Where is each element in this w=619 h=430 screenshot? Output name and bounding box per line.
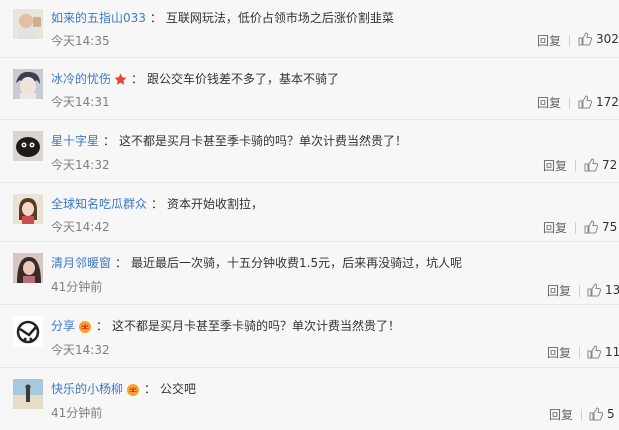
like-count: 75 (602, 220, 618, 234)
action-divider (569, 35, 570, 47)
avatar-woman-photo-icon (13, 253, 43, 283)
like-button[interactable]: 5 (589, 407, 615, 421)
reply-button[interactable]: 回复 (543, 221, 567, 235)
reply-button[interactable]: 回复 (547, 284, 571, 298)
username-link[interactable]: 冰冷的忧伤 (51, 72, 111, 86)
comment-line: 清月邻暖窗 ：最近最后一次骑，十五分钟收费1.5元，后来再没骑过，坑人呢 (51, 255, 462, 271)
action-divider (569, 97, 570, 109)
like-count: 172 (596, 95, 619, 109)
star-badge-icon (114, 73, 127, 85)
avatar-girl-drawing-icon (13, 194, 43, 224)
avatar-anime-boy-icon (13, 69, 43, 99)
user-avatar[interactable] (13, 9, 43, 39)
like-count: 13 (605, 283, 619, 297)
username-link[interactable]: 全球知名吃瓜群众 (51, 197, 147, 211)
avatar-logo-circle-icon (13, 316, 43, 346)
comment-text: 最近最后一次骑，十五分钟收费1.5元，后来再没骑过，坑人呢 (131, 256, 463, 270)
like-button[interactable]: 13 (587, 283, 619, 297)
user-avatar[interactable] (13, 253, 43, 283)
user-avatar[interactable] (13, 379, 43, 409)
like-count: 11 (605, 345, 619, 359)
action-divider (579, 285, 580, 297)
thumbs-up-icon (578, 95, 592, 109)
avatar-child-photo-icon (13, 9, 43, 39)
comment-time: 今天14:32 (51, 158, 110, 172)
like-button[interactable]: 172 (578, 95, 619, 109)
like-count: 302 (596, 32, 619, 46)
comment-time: 41分钟前 (51, 280, 103, 294)
reply-button[interactable]: 回复 (547, 346, 571, 360)
action-divider (579, 347, 580, 359)
like-button[interactable]: 75 (584, 220, 617, 234)
like-count: 5 (607, 407, 615, 421)
user-avatar[interactable] (13, 194, 43, 224)
comment-item: 分享 ：这不都是买月卡甚至季卡骑的吗？单次计费当然贵了！ 今天14:32 回复 1… (0, 305, 619, 368)
comment-line: 分享 ：这不都是买月卡甚至季卡骑的吗？单次计费当然贵了！ (51, 318, 400, 334)
comment-text: 跟公交车价钱差不多了，基本不骑了 (147, 72, 340, 86)
comment-text: 这不都是买月卡甚至季卡骑的吗？单次计费当然贵了！ (112, 319, 401, 333)
comment-item: 全球知名吃瓜群众 ：资本开始收割拉， 今天14:42 回复 75 (0, 183, 619, 242)
comment-item: 冰冷的忧伤 ：跟公交车价钱差不多了，基本不骑了 今天14:31 回复 172 (0, 58, 619, 120)
action-divider (575, 160, 576, 172)
avatar-beach-photo-icon (13, 379, 43, 409)
comment-item: 快乐的小杨柳 ：公交吧 41分钟前 回复 5 (0, 368, 619, 430)
separator-colon: ： (103, 134, 116, 148)
comment-line: 快乐的小杨柳 ：公交吧 (51, 381, 196, 397)
like-count: 72 (602, 158, 618, 172)
username-link[interactable]: 快乐的小杨柳 (51, 382, 123, 396)
username-link[interactable]: 清月邻暖窗 (51, 256, 111, 270)
avatar-dark-creature-icon (13, 131, 43, 161)
comment-line: 如来的五指山033：互联网玩法，低价占领市场之后涨价割韭菜 (51, 10, 394, 26)
reply-button[interactable]: 回复 (543, 159, 567, 173)
comment-item: 星十字星 ：这不都是买月卡甚至季卡骑的吗？单次计费当然贵了！ 今天14:32 回复… (0, 120, 619, 183)
like-button[interactable]: 302 (578, 32, 619, 46)
like-button[interactable]: 72 (584, 158, 617, 172)
comment-time: 今天14:32 (51, 343, 110, 357)
comment-time: 今天14:35 (51, 34, 110, 48)
comment-list: 如来的五指山033：互联网玩法，低价占领市场之后涨价割韭菜 今天14:35 回复… (0, 0, 619, 430)
comment-time: 今天14:42 (51, 220, 110, 234)
comment-text: 这不都是买月卡甚至季卡骑的吗？单次计费当然贵了！ (119, 134, 408, 148)
crown-badge-icon (79, 321, 92, 333)
comment-time: 今天14:31 (51, 95, 110, 109)
user-avatar[interactable] (13, 316, 43, 346)
comment-text: 公交吧 (160, 382, 197, 396)
user-avatar[interactable] (13, 69, 43, 99)
separator-colon: ： (149, 11, 162, 25)
thumbs-up-icon (587, 345, 601, 359)
comment-time: 41分钟前 (51, 406, 103, 420)
separator-colon: ： (144, 382, 157, 396)
reply-button[interactable]: 回复 (549, 408, 573, 422)
comment-line: 星十字星 ：这不都是买月卡甚至季卡骑的吗？单次计费当然贵了！ (51, 133, 407, 149)
crown-badge-icon (127, 384, 140, 396)
comment-line: 全球知名吃瓜群众 ：资本开始收割拉， (51, 196, 263, 212)
reply-button[interactable]: 回复 (537, 34, 561, 48)
thumbs-up-icon (589, 407, 603, 421)
separator-colon: ： (115, 256, 128, 270)
thumbs-up-icon (584, 220, 598, 234)
comment-line: 冰冷的忧伤 ：跟公交车价钱差不多了，基本不骑了 (51, 71, 339, 87)
username-link[interactable]: 星十字星 (51, 134, 99, 148)
separator-colon: ： (151, 197, 164, 211)
comment-text: 互联网玩法，低价占领市场之后涨价割韭菜 (165, 11, 394, 25)
user-avatar[interactable] (13, 131, 43, 161)
username-link[interactable]: 分享 (51, 319, 75, 333)
thumbs-up-icon (578, 32, 592, 46)
action-divider (581, 409, 582, 421)
reply-button[interactable]: 回复 (537, 96, 561, 110)
action-divider (575, 222, 576, 234)
comment-text: 资本开始收割拉， (167, 197, 264, 211)
comment-item: 如来的五指山033：互联网玩法，低价占领市场之后涨价割韭菜 今天14:35 回复… (0, 0, 619, 58)
thumbs-up-icon (587, 283, 601, 297)
comment-item: 清月邻暖窗 ：最近最后一次骑，十五分钟收费1.5元，后来再没骑过，坑人呢 41分钟… (0, 242, 619, 305)
like-button[interactable]: 11 (587, 345, 619, 359)
separator-colon: ： (96, 319, 109, 333)
separator-colon: ： (131, 72, 144, 86)
thumbs-up-icon (584, 158, 598, 172)
username-link[interactable]: 如来的五指山033 (51, 11, 146, 25)
